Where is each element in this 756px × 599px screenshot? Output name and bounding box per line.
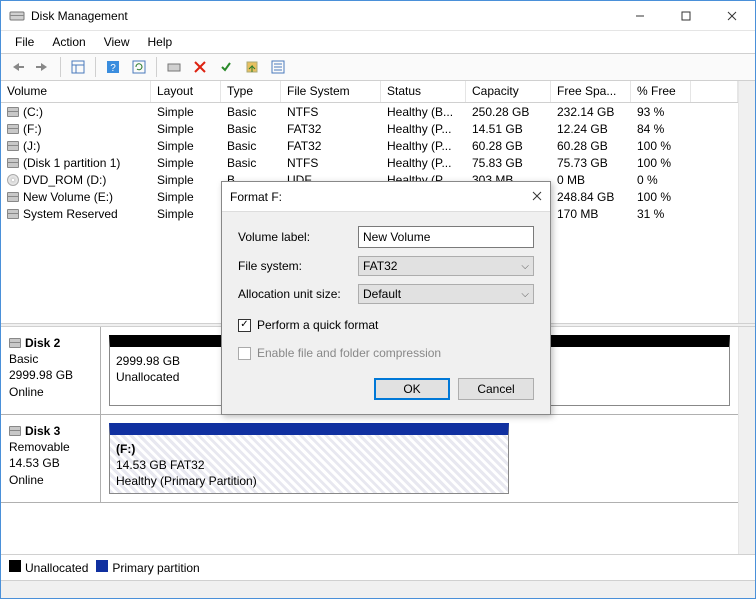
volume-icon (7, 107, 19, 117)
quick-format-label: Perform a quick format (257, 318, 378, 332)
disk2-name: Disk 2 (25, 335, 60, 351)
disk-icon (9, 338, 21, 348)
cancel-button[interactable]: Cancel (458, 378, 534, 400)
volume-icon (7, 158, 19, 168)
disk3-part-status: Healthy (Primary Partition) (116, 473, 502, 489)
dvd-icon (7, 174, 19, 186)
compression-label: Enable file and folder compression (257, 346, 441, 360)
col-pct[interactable]: % Free (631, 81, 691, 102)
disk3-type: Removable (9, 439, 92, 455)
disk3-part-desc: 14.53 GB FAT32 (116, 457, 502, 473)
legend-swatch-unallocated (9, 560, 21, 572)
minimize-button[interactable] (617, 1, 663, 31)
label-volume: Volume label: (238, 230, 358, 244)
disk3-panel[interactable]: Disk 3 Removable 14.53 GB Online (F:) 14… (1, 415, 738, 503)
volume-icon (7, 192, 19, 202)
disk3-state: Online (9, 472, 92, 488)
volume-table-header: Volume Layout Type File System Status Ca… (1, 81, 738, 103)
legend-swatch-primary (96, 560, 108, 572)
disk2-type: Basic (9, 351, 92, 367)
menubar: File Action View Help (1, 31, 755, 53)
titlebar: Disk Management (1, 1, 755, 31)
statusbar (1, 580, 755, 598)
volume-label-input[interactable] (358, 226, 534, 248)
toolbar-list-icon[interactable] (266, 55, 290, 79)
disk2-size: 2999.98 GB (9, 367, 92, 383)
volume-icon (7, 124, 19, 134)
allocation-select[interactable]: Default ⌵ (358, 284, 534, 304)
col-volume[interactable]: Volume (1, 81, 151, 102)
legend: Unallocated Primary partition (1, 554, 755, 580)
filesystem-select[interactable]: FAT32 ⌵ (358, 256, 534, 276)
col-layout[interactable]: Layout (151, 81, 221, 102)
toolbar-settings-icon[interactable] (162, 55, 186, 79)
ok-button[interactable]: OK (374, 378, 450, 400)
table-row[interactable]: (C:)SimpleBasicNTFSHealthy (B...250.28 G… (1, 103, 738, 120)
refresh-icon[interactable] (127, 55, 151, 79)
allocation-value: Default (363, 287, 401, 301)
scrollbar[interactable] (738, 81, 755, 323)
toolbar-action-icon[interactable] (240, 55, 264, 79)
format-dialog: Format F: Volume label: File system: FAT… (221, 181, 551, 415)
chevron-down-icon: ⌵ (521, 261, 529, 272)
disk-management-window: Disk Management File Action View Help ? (0, 0, 756, 599)
disk-icon (9, 426, 21, 436)
back-button[interactable] (5, 55, 29, 79)
menu-file[interactable]: File (7, 33, 42, 51)
chevron-down-icon: ⌵ (521, 289, 529, 300)
label-filesystem: File system: (238, 259, 358, 273)
table-row[interactable]: (Disk 1 partition 1)SimpleBasicNTFSHealt… (1, 154, 738, 171)
window-title: Disk Management (31, 9, 617, 23)
quick-format-checkbox[interactable]: ✓ (238, 319, 251, 332)
col-capacity[interactable]: Capacity (466, 81, 551, 102)
legend-unallocated: Unallocated (25, 561, 88, 575)
maximize-button[interactable] (663, 1, 709, 31)
help-icon[interactable]: ? (101, 55, 125, 79)
menu-help[interactable]: Help (140, 33, 181, 51)
delete-icon[interactable] (188, 55, 212, 79)
forward-button[interactable] (31, 55, 55, 79)
disk2-state: Online (9, 384, 92, 400)
app-icon (9, 8, 25, 24)
table-row[interactable]: (F:)SimpleBasicFAT32Healthy (P...14.51 G… (1, 120, 738, 137)
toolbar: ? (1, 53, 755, 81)
dialog-title: Format F: (230, 190, 532, 204)
disk3-part-letter: (F:) (116, 441, 502, 457)
col-type[interactable]: Type (221, 81, 281, 102)
close-button[interactable] (709, 1, 755, 31)
volume-icon (7, 209, 19, 219)
disk3-name: Disk 3 (25, 423, 60, 439)
menu-action[interactable]: Action (44, 33, 93, 51)
scrollbar[interactable] (738, 327, 755, 554)
label-allocation: Allocation unit size: (238, 287, 358, 301)
legend-primary: Primary partition (112, 561, 199, 575)
disk3-size: 14.53 GB (9, 455, 92, 471)
menu-view[interactable]: View (96, 33, 138, 51)
disk3-partition-f[interactable]: (F:) 14.53 GB FAT32 Healthy (Primary Par… (109, 423, 509, 494)
volume-icon (7, 141, 19, 151)
svg-text:?: ? (110, 63, 116, 74)
col-free[interactable]: Free Spa... (551, 81, 631, 102)
filesystem-value: FAT32 (363, 259, 397, 273)
col-status[interactable]: Status (381, 81, 466, 102)
toolbar-view-icon[interactable] (66, 55, 90, 79)
col-fs[interactable]: File System (281, 81, 381, 102)
compression-checkbox (238, 347, 251, 360)
check-icon[interactable] (214, 55, 238, 79)
dialog-close-icon[interactable] (532, 190, 542, 204)
table-row[interactable]: (J:)SimpleBasicFAT32Healthy (P...60.28 G… (1, 137, 738, 154)
